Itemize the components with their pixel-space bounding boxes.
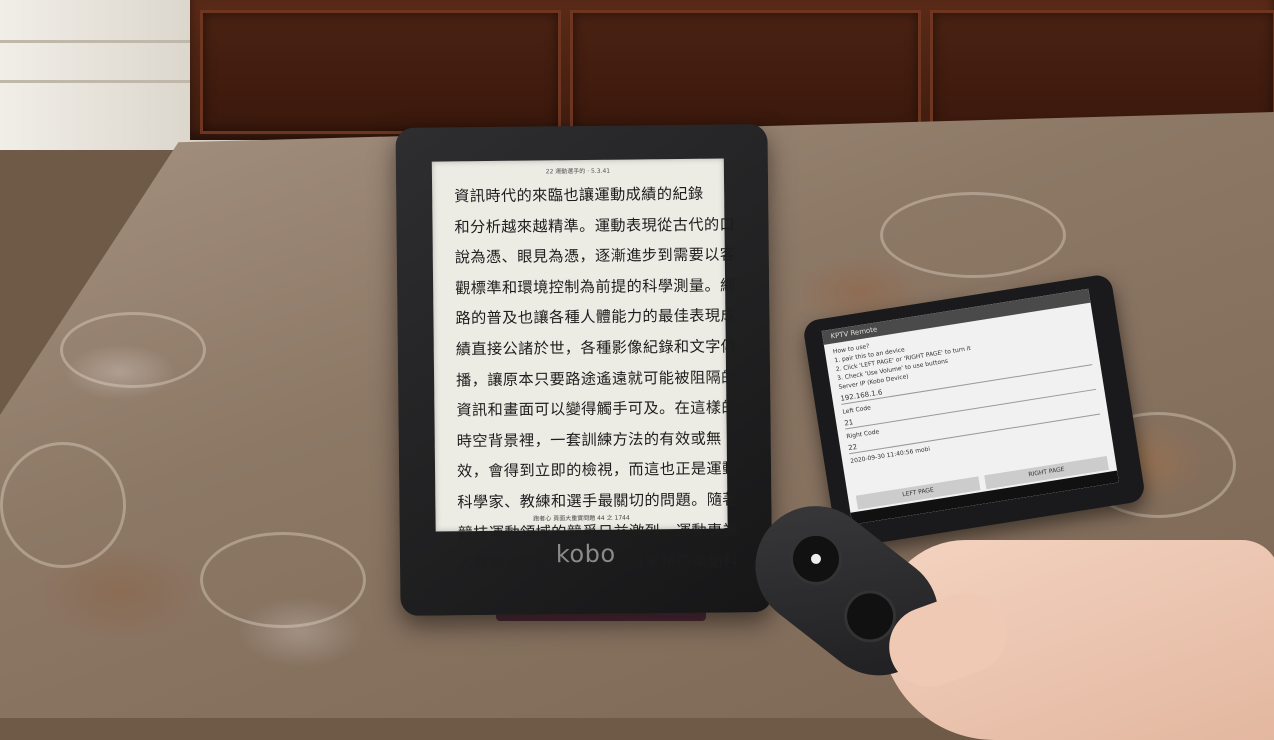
screen-header: 22 運動選手的 · 5.3.41 — [545, 167, 611, 176]
shelf — [0, 0, 190, 150]
kobo-ereader: 22 運動選手的 · 5.3.41 資訊時代的來臨也讓運動成績的紀錄 和分析越來… — [395, 124, 773, 616]
book-line: 效，會得到立即的檢視，而這也正是運動 — [456, 459, 738, 481]
ereader-screen[interactable]: 22 運動選手的 · 5.3.41 資訊時代的來臨也讓運動成績的紀錄 和分析越來… — [431, 158, 739, 572]
book-line: 時空背景裡，一套訓練方法的有效或無 — [456, 429, 722, 451]
book-line: 說為憑、眼見為憑，逐漸進步到需要以客 — [454, 245, 736, 267]
phone-screen: KPTV Remote How to use? 1. pair this to … — [821, 288, 1119, 525]
book-line: 和分析越來越精準。運動表現從古代的口 — [454, 215, 736, 236]
book-line: 績直接公諸於世，各種影像紀錄和文字傳 — [455, 337, 737, 359]
book-line: 觀標準和環境控制為前提的科學測量。網 — [455, 276, 736, 298]
cabinet-door — [200, 10, 561, 134]
button-dot — [808, 551, 824, 566]
book-line: 路的普及也讓各種人體能力的最佳表現成 — [455, 306, 737, 328]
book-line: 播，讓原本只要路途遙遠就可能被阻隔的 — [456, 367, 737, 389]
leaf-pattern — [880, 192, 1066, 278]
book-line: 資訊和畫面可以變得觸手可及。在這樣的 — [456, 398, 738, 420]
smartphone: KPTV Remote How to use? 1. pair this to … — [802, 273, 1147, 550]
shelf-edge — [0, 40, 190, 43]
kobo-logo: kobo — [555, 539, 616, 569]
leaf-pattern — [200, 532, 366, 628]
leaf-pattern — [0, 442, 126, 568]
cabinet-door — [570, 10, 921, 134]
remote-button[interactable] — [779, 522, 853, 596]
book-line: 資訊時代的來臨也讓運動成績的紀錄 — [454, 184, 704, 206]
leaf-pattern — [60, 312, 206, 388]
shelf-edge — [0, 80, 190, 83]
